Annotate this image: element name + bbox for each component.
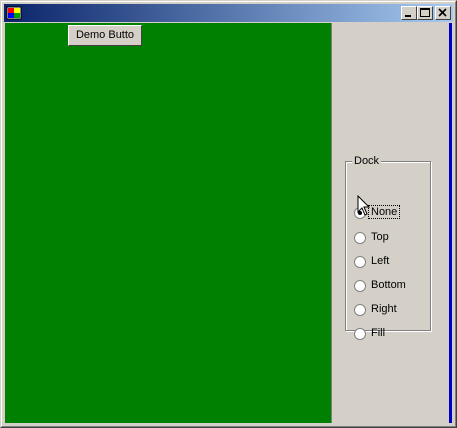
radio-unchecked-icon: [354, 304, 366, 316]
radio-unchecked-icon: [354, 256, 366, 268]
demo-button[interactable]: Demo Butto: [68, 25, 142, 46]
app-window: Demo Butto Dock None Top Left Bottom Rig…: [0, 0, 457, 428]
mouse-pointer-icon: [357, 195, 371, 216]
radio-unchecked-icon: [354, 232, 366, 244]
window-right-edge: [449, 23, 452, 423]
radio-label-top: Top: [371, 231, 389, 243]
radio-label-left: Left: [371, 255, 390, 267]
maximize-button[interactable]: [417, 6, 433, 20]
app-window-icon: [6, 6, 22, 20]
minimize-icon: [405, 15, 411, 17]
docked-panel: Demo Butto: [5, 23, 331, 423]
radio-unchecked-icon: [354, 280, 366, 292]
dock-group-caption: Dock: [352, 155, 382, 167]
radio-label-right: Right: [371, 303, 397, 315]
maximize-icon: [420, 8, 430, 17]
close-icon: [438, 8, 447, 17]
minimize-button[interactable]: [401, 6, 417, 20]
title-bar[interactable]: [4, 4, 453, 22]
radio-label-bottom: Bottom: [371, 279, 406, 291]
radio-unchecked-icon: [354, 328, 366, 340]
radio-label-none: None: [367, 205, 401, 219]
close-button[interactable]: [435, 6, 451, 20]
radio-label-fill: Fill: [371, 327, 386, 339]
panel-separator: [331, 23, 332, 423]
